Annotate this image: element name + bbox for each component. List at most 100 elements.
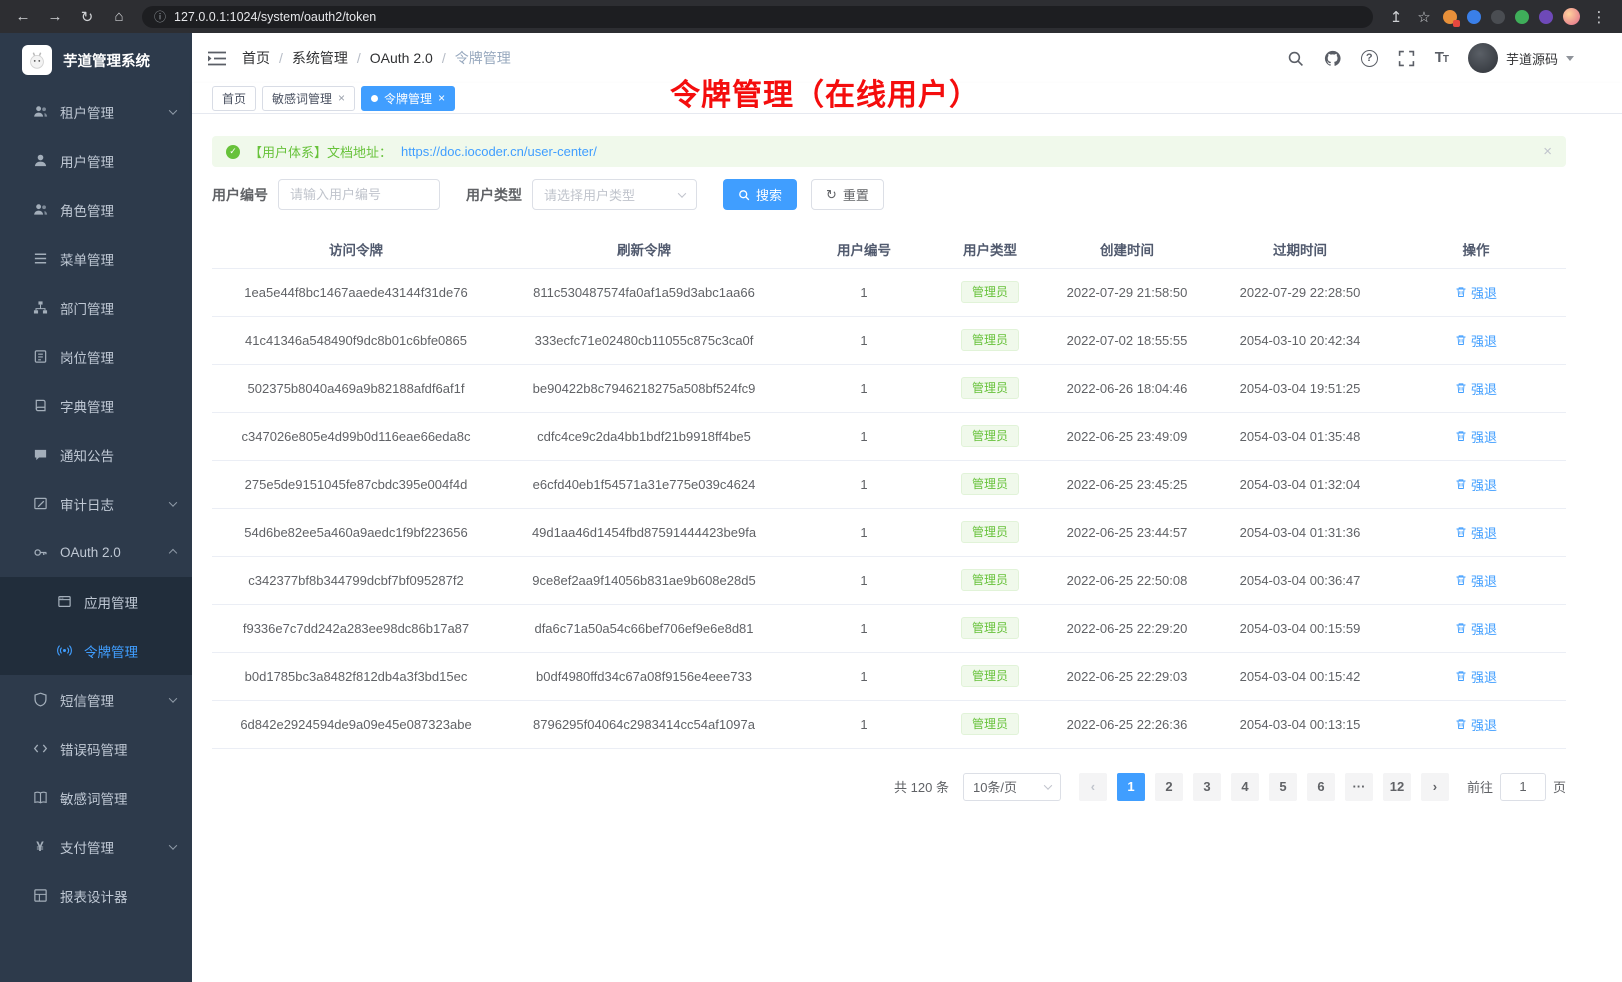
user-type-select[interactable]: 请选择用户类型	[532, 179, 697, 210]
tab-sensitive-word[interactable]: 敏感词管理 ×	[262, 86, 355, 111]
goto-page-input[interactable]	[1500, 773, 1546, 801]
next-page-button[interactable]: ›	[1421, 773, 1449, 801]
sidebar-item-sms[interactable]: 短信管理	[0, 675, 192, 724]
tab-token[interactable]: 令牌管理 ×	[361, 86, 455, 111]
oauth-key-icon	[32, 545, 48, 561]
tab-home[interactable]: 首页	[212, 86, 256, 111]
home-icon[interactable]: ⌂	[110, 8, 128, 25]
github-icon[interactable]	[1324, 50, 1341, 67]
breadcrumb-item[interactable]: 系统管理	[292, 48, 348, 68]
access-token-cell: 6d842e2924594de9a09e45e087323abe	[212, 700, 500, 748]
page-button[interactable]: 2	[1155, 773, 1183, 801]
sidebar-item-dept[interactable]: 部门管理	[0, 283, 192, 332]
page-button[interactable]: 5	[1269, 773, 1297, 801]
action-cell: 强退	[1386, 364, 1566, 412]
alert-text: 【用户体系】文档地址：	[249, 142, 392, 161]
column-header: 创建时间	[1040, 230, 1214, 268]
table-row: 6d842e2924594de9a09e45e087323abe 8796295…	[212, 700, 1566, 748]
breadcrumb-item[interactable]: OAuth 2.0	[370, 50, 433, 66]
force-logout-button[interactable]: 强退	[1455, 283, 1497, 302]
browser-menu-icon[interactable]: ⋮	[1590, 8, 1608, 26]
prev-page-button[interactable]: ‹	[1079, 773, 1107, 801]
extensions-puzzle-icon[interactable]	[1539, 10, 1553, 24]
force-logout-button[interactable]: 强退	[1455, 619, 1497, 638]
reset-button[interactable]: ↻ 重置	[811, 179, 884, 210]
force-logout-button[interactable]: 强退	[1455, 715, 1497, 734]
force-logout-button[interactable]: 强退	[1455, 667, 1497, 686]
search-button[interactable]: 搜索	[723, 179, 797, 210]
close-icon[interactable]: ×	[438, 92, 445, 104]
page-size-select[interactable]: 10条/页	[963, 773, 1061, 801]
chevron-down-icon	[169, 498, 177, 506]
browser-profile-avatar[interactable]	[1563, 8, 1580, 25]
access-token-cell: 54d6be82ee5a460a9aedc1f9bf223656	[212, 508, 500, 556]
close-icon[interactable]: ×	[338, 92, 345, 104]
page-button[interactable]: 3	[1193, 773, 1221, 801]
sidebar-item-label: 字典管理	[60, 396, 176, 416]
sidebar-item-tenant[interactable]: 租户管理	[0, 87, 192, 136]
sidebar-item-error-code[interactable]: 错误码管理	[0, 724, 192, 773]
page-button[interactable]: ···	[1345, 773, 1373, 801]
sidebar-item-oauth-app[interactable]: 应用管理	[0, 577, 192, 626]
action-cell: 强退	[1386, 268, 1566, 316]
breadcrumb-item[interactable]: 首页	[242, 48, 270, 68]
user-type-tag: 管理员	[961, 569, 1019, 591]
close-icon[interactable]: ×	[1543, 143, 1552, 160]
extension-icon[interactable]	[1443, 10, 1457, 24]
sidebar-item-oauth[interactable]: OAuth 2.0	[0, 528, 192, 577]
sidebar-item-pay[interactable]: ¥ 支付管理	[0, 822, 192, 871]
address-bar[interactable]: ⓘ 127.0.0.1:1024/system/oauth2/token	[142, 6, 1373, 28]
sidebar-item-post[interactable]: 岗位管理	[0, 332, 192, 381]
menu-list-icon	[32, 251, 48, 267]
action-cell: 强退	[1386, 700, 1566, 748]
sidebar-item-user[interactable]: 用户管理	[0, 136, 192, 185]
font-size-icon[interactable]: TT	[1435, 49, 1448, 67]
extension-icon[interactable]	[1515, 10, 1529, 24]
force-logout-label: 强退	[1471, 283, 1497, 302]
sidebar-item-notice[interactable]: 通知公告	[0, 430, 192, 479]
fullscreen-icon[interactable]	[1398, 50, 1415, 67]
url-text: 127.0.0.1:1024/system/oauth2/token	[174, 10, 376, 24]
site-info-icon[interactable]: ⓘ	[154, 8, 166, 25]
help-icon[interactable]: ?	[1361, 50, 1378, 67]
table-row: b0d1785bc3a8482f812db4a3f3bd15ec b0df498…	[212, 652, 1566, 700]
share-icon[interactable]: ↥	[1387, 8, 1405, 26]
sidebar-item-sensitive-word[interactable]: 敏感词管理	[0, 773, 192, 822]
force-logout-label: 强退	[1471, 571, 1497, 590]
page-button[interactable]: 12	[1383, 773, 1411, 801]
force-logout-button[interactable]: 强退	[1455, 331, 1497, 350]
sidebar-item-oauth-token[interactable]: 令牌管理	[0, 626, 192, 675]
page-button[interactable]: 1	[1117, 773, 1145, 801]
force-logout-label: 强退	[1471, 619, 1497, 638]
sidebar-item-dict[interactable]: 字典管理	[0, 381, 192, 430]
user-id-input[interactable]	[278, 179, 440, 210]
reload-icon[interactable]: ↻	[78, 8, 96, 26]
user-menu[interactable]: 芋道源码	[1468, 43, 1574, 73]
sidebar-item-label: 岗位管理	[60, 347, 176, 367]
doc-link[interactable]: https://doc.iocoder.cn/user-center/	[401, 144, 597, 159]
sidebar-item-audit-log[interactable]: 审计日志	[0, 479, 192, 528]
extension-icon[interactable]	[1467, 10, 1481, 24]
sidebar-item-role[interactable]: 角色管理	[0, 185, 192, 234]
search-icon[interactable]	[1287, 50, 1304, 67]
force-logout-label: 强退	[1471, 523, 1497, 542]
sidebar-item-menu[interactable]: 菜单管理	[0, 234, 192, 283]
page-button[interactable]: 4	[1231, 773, 1259, 801]
force-logout-label: 强退	[1471, 715, 1497, 734]
force-logout-button[interactable]: 强退	[1455, 523, 1497, 542]
table-row: 41c41346a548490f9dc8b01c6bfe0865 333ecfc…	[212, 316, 1566, 364]
force-logout-button[interactable]: 强退	[1455, 475, 1497, 494]
force-logout-button[interactable]: 强退	[1455, 571, 1497, 590]
forward-icon[interactable]: →	[46, 8, 64, 25]
app-logo[interactable]: 芋道管理系统	[0, 33, 192, 87]
bookmark-star-icon[interactable]: ☆	[1415, 8, 1433, 26]
force-logout-button[interactable]: 强退	[1455, 427, 1497, 446]
extension-icon[interactable]	[1491, 10, 1505, 24]
logo-icon	[22, 45, 52, 75]
sidebar-fold-icon[interactable]	[208, 51, 226, 66]
delete-icon	[1455, 670, 1467, 682]
back-icon[interactable]: ←	[14, 8, 32, 25]
sidebar-item-report-designer[interactable]: 报表设计器	[0, 871, 192, 920]
force-logout-button[interactable]: 强退	[1455, 379, 1497, 398]
page-button[interactable]: 6	[1307, 773, 1335, 801]
